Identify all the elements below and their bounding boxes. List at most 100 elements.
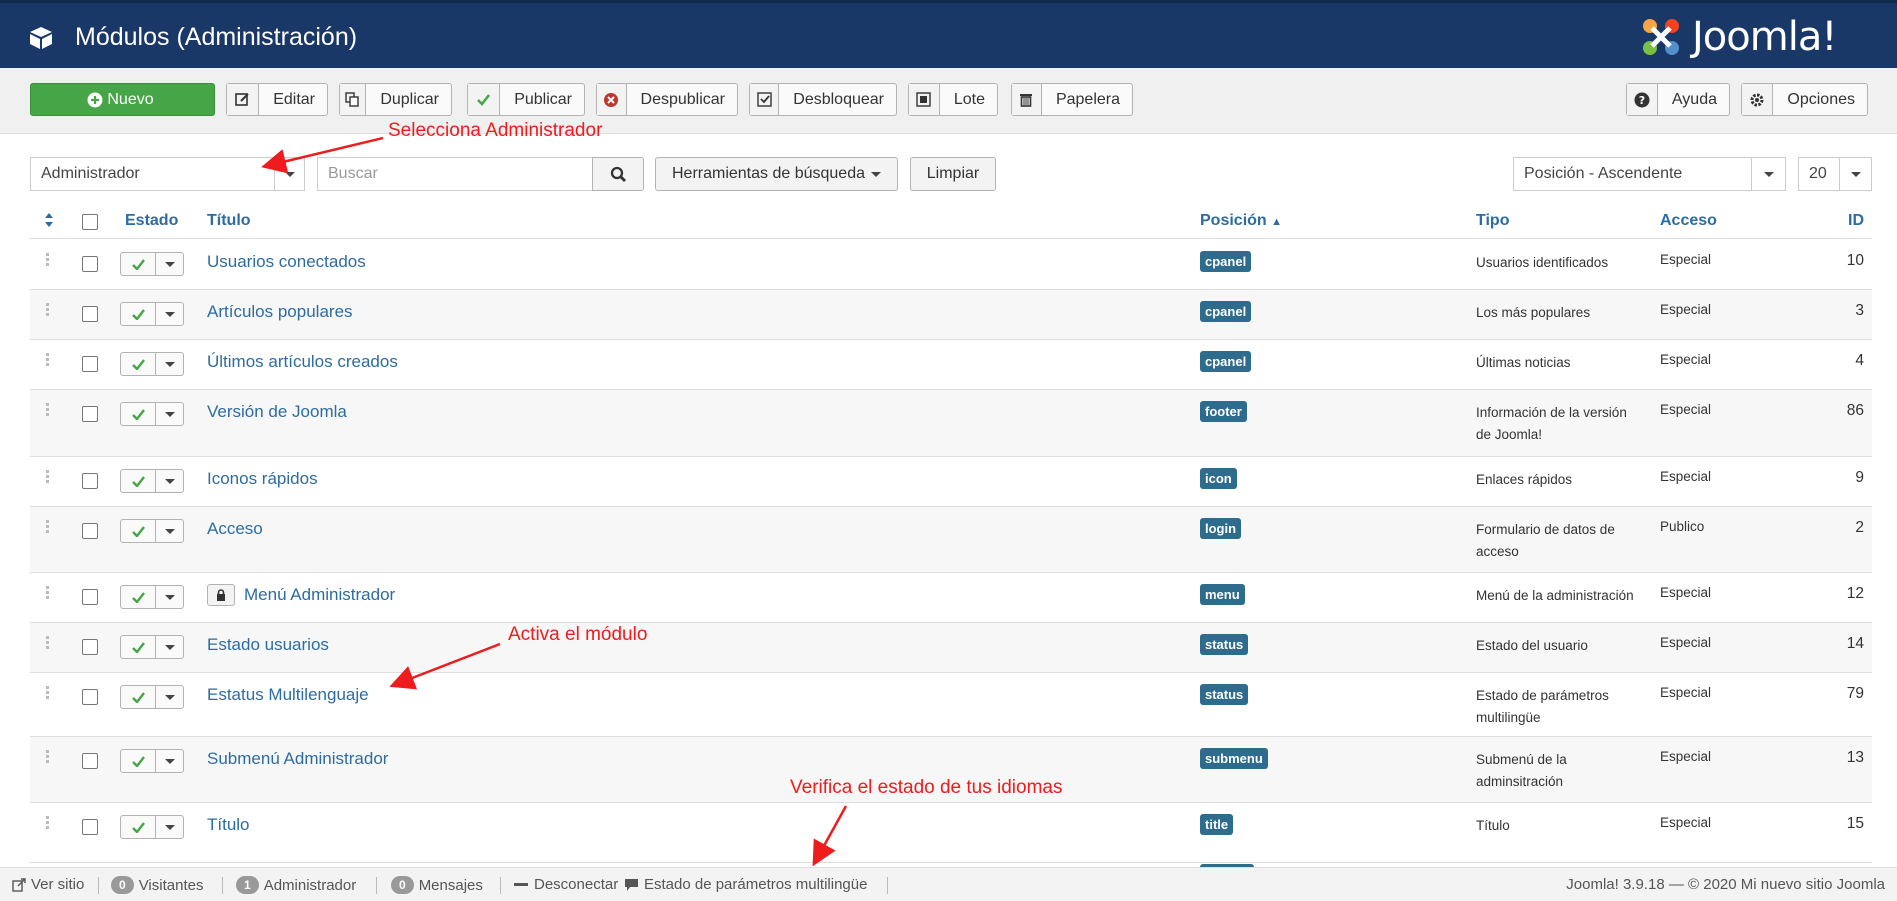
options-label: Opciones [1787, 90, 1855, 108]
column-position[interactable]: Posición ▲ [1200, 212, 1282, 230]
version-link[interactable]: Joomla! 3.9.18 [1566, 876, 1664, 893]
module-type: Usuarios identificados [1476, 255, 1609, 270]
row-checkbox[interactable] [82, 819, 98, 835]
row-checkbox[interactable] [82, 256, 98, 272]
drag-handle-icon[interactable] [46, 750, 50, 764]
module-title-link[interactable]: Últimos artículos creados [207, 352, 398, 372]
status-dropdown-toggle[interactable] [156, 685, 184, 709]
drag-handle-icon[interactable] [46, 303, 50, 317]
joomla-logo[interactable]: Joomla! [1638, 13, 1837, 61]
module-access: Especial [1660, 402, 1712, 417]
module-title-link[interactable]: Menú Administrador [244, 585, 395, 605]
unlock-button[interactable]: Desbloquear [749, 83, 897, 116]
module-type: Enlaces rápidos [1476, 472, 1573, 487]
status-dropdown-toggle[interactable] [156, 635, 184, 659]
column-title[interactable]: Título [207, 212, 251, 230]
module-title-link[interactable]: Artículos populares [207, 302, 353, 322]
module-title-link[interactable]: Submenú Administrador [207, 749, 388, 769]
visitors-item[interactable]: 0 Visitantes [111, 876, 203, 894]
module-title-link[interactable]: Versión de Joomla [207, 402, 347, 422]
duplicate-button[interactable]: Duplicar [339, 83, 452, 116]
drag-handle-icon[interactable] [46, 586, 50, 600]
drag-handle-icon[interactable] [46, 520, 50, 534]
drag-handle-icon[interactable] [46, 403, 50, 417]
drag-handle-icon[interactable] [46, 816, 50, 830]
drag-handle-icon[interactable] [46, 686, 50, 700]
module-title-link[interactable]: Estatus Multilenguaje [207, 685, 369, 705]
clear-button[interactable]: Limpiar [910, 157, 996, 191]
module-title-link[interactable]: Estado usuarios [207, 635, 329, 655]
status-toggle[interactable] [120, 749, 184, 773]
module-title-link[interactable]: Título [207, 815, 250, 835]
multilang-status-link[interactable]: Estado de parámetros multilingüe [624, 876, 867, 893]
search-tools-button[interactable]: Herramientas de búsqueda [655, 157, 898, 191]
limit-select[interactable]: 20 [1798, 157, 1872, 191]
client-select[interactable]: Administrador [30, 157, 305, 191]
caret-down-icon [164, 528, 175, 534]
module-type: Últimas noticias [1476, 355, 1571, 370]
status-toggle[interactable] [120, 585, 184, 609]
status-dropdown-toggle[interactable] [156, 469, 184, 493]
column-status[interactable]: Estado [125, 212, 178, 230]
status-dropdown-toggle[interactable] [156, 302, 184, 326]
checked-out-lock-button[interactable] [207, 584, 235, 606]
unpublish-button[interactable]: Despublicar [596, 83, 738, 116]
status-toggle[interactable] [120, 352, 184, 376]
drag-handle-icon[interactable] [46, 353, 50, 367]
logout-link[interactable]: Desconectar [514, 876, 618, 893]
status-dropdown-toggle[interactable] [156, 585, 184, 609]
new-button[interactable]: Nuevo [30, 83, 215, 116]
status-toggle[interactable] [120, 252, 184, 276]
trash-button[interactable]: Papelera [1011, 83, 1133, 116]
edit-button[interactable]: Editar [226, 83, 328, 116]
status-toggle[interactable] [120, 469, 184, 493]
row-checkbox[interactable] [82, 689, 98, 705]
options-button[interactable]: Opciones [1741, 83, 1868, 116]
row-checkbox[interactable] [82, 356, 98, 372]
status-dropdown-toggle[interactable] [156, 252, 184, 276]
column-type[interactable]: Tipo [1476, 212, 1509, 230]
ordering-select[interactable]: Posición - Ascendente [1513, 157, 1786, 191]
row-checkbox[interactable] [82, 639, 98, 655]
search-button[interactable] [592, 157, 644, 191]
search-input[interactable]: Buscar [317, 157, 593, 191]
status-dropdown-toggle[interactable] [156, 519, 184, 543]
row-checkbox[interactable] [82, 523, 98, 539]
drag-handle-icon[interactable] [46, 253, 50, 267]
row-checkbox[interactable] [82, 753, 98, 769]
status-toggle[interactable] [120, 519, 184, 543]
row-checkbox[interactable] [82, 473, 98, 489]
checkbox-icon [756, 92, 772, 107]
select-all-checkbox[interactable] [82, 214, 98, 230]
publish-button[interactable]: Publicar [467, 83, 585, 116]
row-checkbox[interactable] [82, 406, 98, 422]
status-dropdown-toggle[interactable] [156, 815, 184, 839]
column-access[interactable]: Acceso [1660, 212, 1717, 230]
status-toggle[interactable] [120, 815, 184, 839]
help-button[interactable]: ? Ayuda [1626, 83, 1730, 116]
module-title-link[interactable]: Iconos rápidos [207, 469, 318, 489]
module-title-link[interactable]: Acceso [207, 519, 263, 539]
status-toggle[interactable] [120, 402, 184, 426]
sort-icon[interactable] [44, 212, 54, 228]
row-checkbox[interactable] [82, 306, 98, 322]
status-toggle[interactable] [120, 685, 184, 709]
status-dropdown-toggle[interactable] [156, 749, 184, 773]
module-title-link[interactable]: Usuarios conectados [207, 252, 366, 272]
batch-button[interactable]: Lote [908, 83, 998, 116]
status-toggle[interactable] [120, 635, 184, 659]
status-toggle[interactable] [120, 302, 184, 326]
drag-handle-icon[interactable] [46, 470, 50, 484]
status-dropdown-toggle[interactable] [156, 352, 184, 376]
admins-item[interactable]: 1 Administrador [236, 876, 356, 894]
row-checkbox[interactable] [82, 589, 98, 605]
module-id: 13 [1846, 749, 1864, 766]
column-id[interactable]: ID [1848, 212, 1864, 230]
status-dropdown-toggle[interactable] [156, 402, 184, 426]
edit-icon [235, 93, 249, 106]
caret-down-icon [164, 478, 175, 484]
messages-item[interactable]: 0 Mensajes [391, 876, 483, 894]
drag-handle-icon[interactable] [46, 636, 50, 650]
module-id: 79 [1846, 685, 1864, 702]
view-site-link[interactable]: Ver sitio [12, 876, 84, 893]
